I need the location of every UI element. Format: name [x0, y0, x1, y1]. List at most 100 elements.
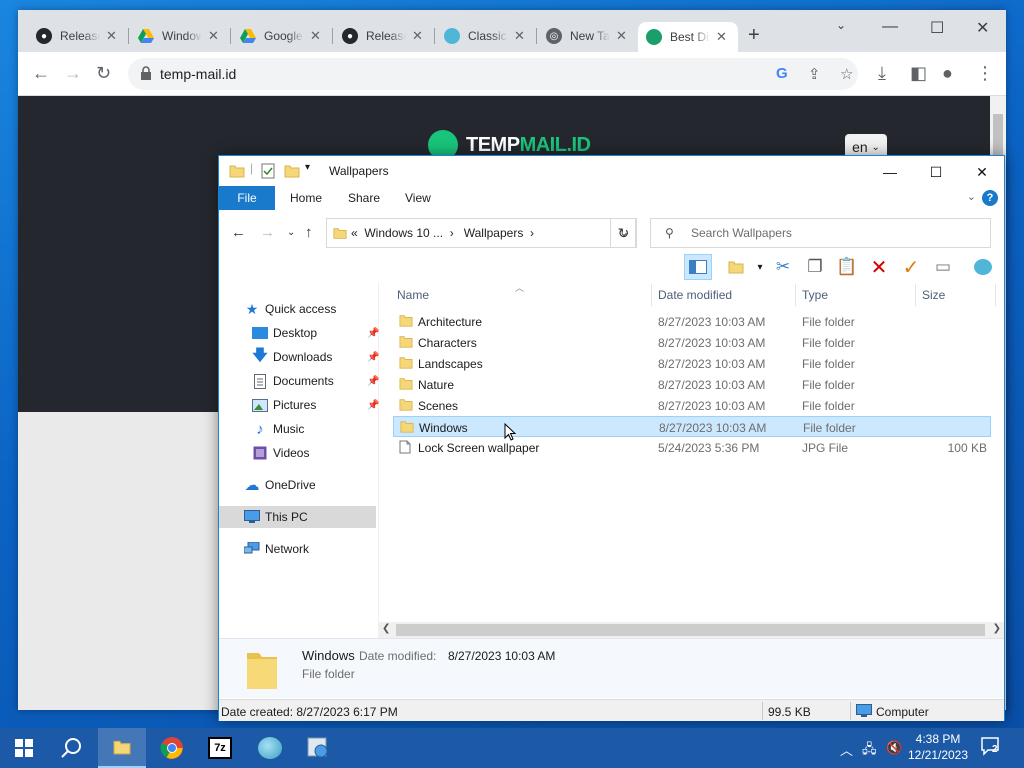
notification-center-button[interactable]: 2 — [980, 736, 1008, 760]
close-tab-icon[interactable]: ✕ — [616, 28, 627, 44]
paste-icon[interactable]: 📋 — [833, 254, 861, 280]
tab-search-icon[interactable]: ⌄ — [836, 18, 846, 32]
google-lens-icon[interactable]: G — [776, 65, 788, 82]
cut-icon[interactable]: ✂ — [769, 254, 797, 280]
tab-best-disposable[interactable]: Best Disposable ✕ — [638, 22, 738, 52]
file-row-lock-screen-wallpaper[interactable]: Lock Screen wallpaper 5/24/2023 5:36 PM JP… — [393, 437, 991, 458]
file-name: Characters — [418, 336, 477, 350]
maximize-icon[interactable]: ☐ — [930, 18, 944, 38]
column-date-modified[interactable]: Date modified — [658, 288, 732, 302]
close-tab-icon[interactable]: ✕ — [412, 28, 423, 44]
taskbar-classic-shell[interactable] — [246, 728, 294, 768]
file-row-landscapes[interactable]: Landscapes 8/27/2023 10:03 AM File folder — [393, 353, 991, 374]
quick-access-dropdown-icon[interactable]: ▾ — [305, 162, 310, 173]
forward-arrow-icon[interactable]: → — [64, 62, 82, 84]
help-icon[interactable]: ? — [982, 190, 998, 206]
file-date: 8/27/2023 10:03 AM — [658, 378, 766, 392]
back-arrow-icon[interactable]: ← — [32, 62, 50, 84]
file-row-architecture[interactable]: Architecture 8/27/2023 10:03 AM File folde… — [393, 311, 991, 332]
close-tab-icon[interactable]: ✕ — [310, 28, 321, 44]
taskbar-chrome[interactable] — [148, 728, 196, 768]
delete-icon[interactable]: ✕ — [865, 254, 893, 280]
tab-releases-2[interactable]: ● Releases ✕ — [334, 22, 435, 50]
file-date: 8/27/2023 10:03 AM — [658, 336, 766, 350]
bookmark-star-icon[interactable]: ☆ — [840, 65, 853, 83]
scroll-right-icon[interactable]: ❯ — [993, 623, 1001, 634]
tab-windows[interactable]: Windows ✕ — [130, 22, 231, 50]
tab-releases-1[interactable]: ● Releases ✕ — [28, 22, 129, 50]
network-icon — [243, 541, 261, 557]
chrome-icon — [160, 737, 183, 759]
file-row-windows[interactable]: Windows 8/27/2023 10:03 AM File folder — [393, 416, 991, 437]
file-row-nature[interactable]: Nature 8/27/2023 10:03 AM File folder — [393, 374, 991, 395]
close-icon[interactable]: ✕ — [976, 18, 989, 38]
scroll-left-icon[interactable]: ❮ — [382, 623, 390, 634]
breadcrumb-windows10[interactable]: Windows 10 ... — [364, 226, 443, 240]
breadcrumb-wallpapers[interactable]: Wallpapers — [464, 226, 524, 240]
pictures-icon — [251, 397, 269, 413]
column-size[interactable]: Size — [922, 288, 945, 302]
taskbar-installer[interactable] — [294, 728, 342, 768]
copy-icon[interactable]: ❐ — [801, 254, 829, 280]
file-type: File folder — [802, 315, 855, 329]
volume-muted-icon[interactable]: 🔇 — [886, 740, 902, 756]
close-icon[interactable]: ✕ — [959, 160, 1005, 184]
column-name[interactable]: Name — [397, 288, 429, 302]
classic-shell-icon[interactable] — [969, 254, 997, 280]
tab-file[interactable]: File — [219, 186, 275, 210]
close-tab-icon[interactable]: ✕ — [716, 29, 727, 45]
file-row-characters[interactable]: Characters 8/27/2023 10:03 AM File folder — [393, 332, 991, 353]
properties-icon[interactable] — [261, 163, 275, 179]
new-folder-icon[interactable] — [284, 163, 300, 179]
properties-check-icon[interactable]: ✓ — [897, 254, 925, 280]
tab-new-tab[interactable]: ◎ New Tab ✕ — [538, 22, 638, 50]
new-tab-button[interactable]: + — [748, 24, 760, 47]
address-bar[interactable]: temp-mail.id G ⇪ ☆ — [128, 58, 858, 90]
horizontal-scrollbar[interactable]: ❮ ❯ — [379, 622, 1004, 638]
close-tab-icon[interactable]: ✕ — [106, 28, 117, 44]
tab-classic-shell[interactable]: Classic Shell ✕ — [436, 22, 537, 50]
profile-avatar-icon[interactable]: ● — [942, 62, 953, 84]
share-icon[interactable]: ⇪ — [808, 65, 821, 83]
tab-share[interactable]: Share — [334, 186, 394, 210]
7zip-icon: 7z — [208, 737, 232, 759]
nav-quick-access[interactable]: ★ Quick access — [243, 298, 400, 320]
nav-this-pc[interactable]: This PC — [219, 506, 376, 528]
taskbar-file-explorer[interactable] — [98, 728, 146, 768]
menu-kebab-icon[interactable]: ⋮ — [976, 62, 994, 84]
close-tab-icon[interactable]: ✕ — [514, 28, 525, 44]
refresh-button[interactable]: ↻ — [610, 218, 637, 248]
address-bar[interactable]: « Windows 10 ... › Wallpapers › ⌄ — [326, 218, 636, 248]
column-type[interactable]: Type — [802, 288, 828, 302]
nav-onedrive[interactable]: ☁ OneDrive — [243, 474, 400, 496]
rename-icon[interactable]: ▭ — [929, 254, 957, 280]
preview-pane-icon[interactable] — [684, 254, 712, 280]
file-row-scenes[interactable]: Scenes 8/27/2023 10:03 AM File folder — [393, 395, 991, 416]
minimize-icon[interactable]: — — [867, 160, 913, 184]
expand-ribbon-icon[interactable]: ⌄ — [967, 190, 976, 203]
download-icon[interactable]: ⤓ — [878, 62, 886, 84]
close-tab-icon[interactable]: ✕ — [208, 28, 219, 44]
search-input[interactable]: ⚲ Search Wallpapers — [650, 218, 991, 248]
minimize-icon[interactable]: — — [882, 18, 898, 36]
recent-locations-icon[interactable]: ⌄ — [287, 227, 295, 238]
breadcrumb-overflow[interactable]: « — [351, 226, 358, 240]
nav-network[interactable]: Network — [243, 538, 400, 560]
side-panel-icon[interactable]: ◧ — [910, 62, 927, 84]
network-tray-icon[interactable]: 🖧 — [862, 740, 877, 762]
chrome-icon: ◎ — [546, 28, 562, 44]
tab-google-drive[interactable]: Google Drive ✕ — [232, 22, 333, 50]
tab-view[interactable]: View — [391, 186, 445, 210]
clock[interactable]: 4:38 PM 12/21/2023 — [902, 731, 974, 763]
file-name: Nature — [418, 378, 455, 392]
taskbar-7zip[interactable]: 7z — [196, 728, 244, 768]
start-button[interactable] — [0, 728, 48, 768]
forward-arrow-icon[interactable]: → — [260, 224, 275, 241]
up-arrow-icon[interactable]: ↑ — [305, 224, 313, 241]
reload-icon[interactable]: ↻ — [96, 62, 111, 84]
maximize-icon[interactable]: ☐ — [913, 160, 959, 184]
show-hidden-icons-icon[interactable]: ︿ — [840, 740, 853, 759]
tab-home[interactable]: Home — [276, 186, 336, 210]
search-button[interactable] — [48, 728, 96, 768]
back-arrow-icon[interactable]: ← — [231, 224, 246, 241]
